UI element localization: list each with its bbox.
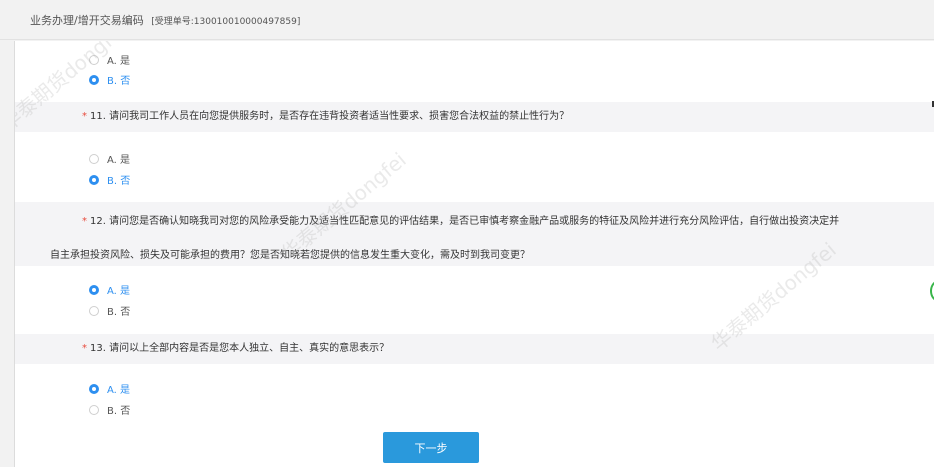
radio-checked-icon — [89, 74, 99, 85]
breadcrumb: 业务办理/增开交易编码 [受理单号:130010010000497859] — [30, 12, 300, 28]
required-mark: * — [82, 111, 87, 122]
radio-unchecked-icon — [89, 305, 99, 316]
question-11: * 11. 请问我司工作人员在向您提供服务时，是否存在违背投资者适当性要求、损害您… — [15, 102, 934, 132]
radio-checked-icon — [89, 174, 99, 185]
radio-unchecked-icon — [89, 404, 99, 415]
radio-checked-icon — [89, 284, 99, 295]
option-label: B. 否 — [107, 307, 131, 318]
q11-option-a[interactable]: A. 是 — [89, 151, 130, 166]
question-13: * 13. 请问以上全部内容是否是您本人独立、自主、真实的意思表示？ — [15, 334, 934, 364]
next-step-button[interactable]: 下一步 — [383, 432, 479, 463]
option-label: B. 否 — [107, 176, 131, 187]
radio-unchecked-icon — [89, 54, 99, 65]
option-label: B. 否 — [107, 406, 131, 417]
radio-unchecked-icon — [89, 153, 99, 164]
receipt-number: [受理单号:130010010000497859] — [151, 17, 301, 27]
question-line-1: * 12. 请问您是否确认知晓我司对您的风险承受能力及适当性匹配意见的评估结果，是… — [82, 212, 839, 227]
question-text: 请问我司工作人员在向您提供服务时，是否存在违背投资者适当性要求、损害您合法权益的… — [109, 111, 570, 122]
q13-option-b[interactable]: B. 否 — [89, 402, 130, 417]
question-number: 11. — [90, 111, 106, 122]
q12-option-a[interactable]: A. 是 — [89, 282, 130, 297]
question-text: 请问您是否确认知晓我司对您的风险承受能力及适当性匹配意见的评估结果，是否已审慎考… — [109, 216, 840, 227]
question-12: * 12. 请问您是否确认知晓我司对您的风险承受能力及适当性匹配意见的评估结果，是… — [15, 202, 934, 266]
question-number: 12. — [90, 216, 106, 227]
page-header: 业务办理/增开交易编码 [受理单号:130010010000497859] — [0, 0, 934, 40]
q10-option-a[interactable]: A. 是 — [89, 52, 130, 67]
q11-option-b[interactable]: B. 否 — [89, 172, 130, 187]
question-number: 13. — [90, 343, 106, 354]
required-mark: * — [82, 216, 87, 227]
option-label: A. 是 — [107, 56, 131, 67]
option-label: A. 是 — [107, 155, 131, 166]
breadcrumb-text: 业务办理/增开交易编码 — [30, 14, 144, 27]
q13-option-a[interactable]: A. 是 — [89, 381, 130, 396]
required-mark: * — [82, 343, 87, 354]
option-label: A. 是 — [107, 385, 131, 396]
option-label: A. 是 — [107, 286, 131, 297]
question-text: 请问以上全部内容是否是您本人独立、自主、真实的意思表示？ — [109, 343, 390, 354]
q10-option-b[interactable]: B. 否 — [89, 72, 130, 87]
radio-checked-icon — [89, 383, 99, 394]
q12-option-b[interactable]: B. 否 — [89, 303, 130, 318]
question-line-2: 自主承担投资风险、损失及可能承担的费用？您是否知晓若您提供的信息发生重大变化，需… — [50, 250, 530, 261]
option-label: B. 否 — [107, 76, 131, 87]
questionnaire-panel: A. 是 B. 否 * 11. 请问我司工作人员在向您提供服务时，是否存在违背投资… — [14, 41, 934, 467]
